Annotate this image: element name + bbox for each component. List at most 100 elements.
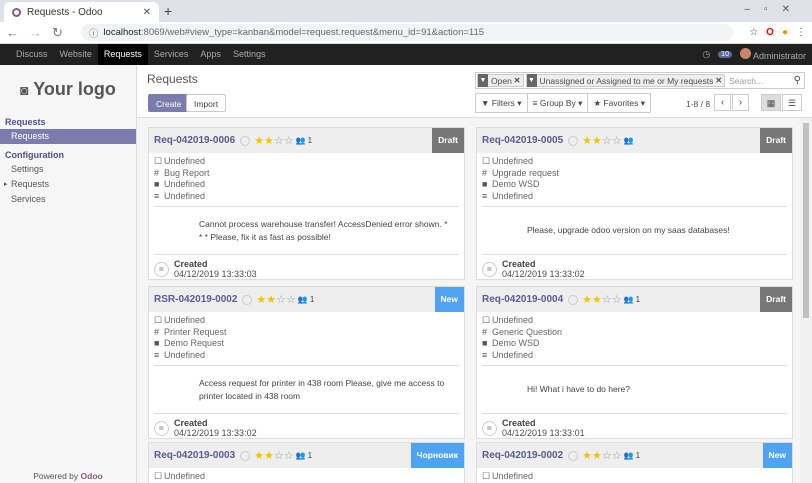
remove-facet-icon[interactable]: ✕ bbox=[715, 76, 722, 85]
activity-clock-icon[interactable] bbox=[240, 135, 251, 146]
priority-star-icon[interactable]: ☆ bbox=[602, 449, 612, 462]
group-by-dropdown[interactable]: ≡ Group By ▾ bbox=[528, 94, 589, 112]
search-box[interactable]: ▼ Open ✕ ▼ Unassigned or Assigned to me or … bbox=[475, 72, 805, 89]
bookmark-star-icon[interactable]: ☆ bbox=[749, 27, 758, 38]
reload-icon[interactable]: ↻ bbox=[52, 25, 63, 41]
kanban-board: Req-042019-0006 ★ ★ ☆ ☆ 👥 1 Draft ☐ Undefined # Bu… bbox=[137, 118, 800, 483]
priority-star-icon[interactable]: ☆ bbox=[284, 449, 294, 462]
pager-previous[interactable]: ‹ bbox=[714, 94, 731, 111]
followers-icon: 👥 bbox=[623, 295, 634, 304]
list-view-button[interactable]: ☰ bbox=[782, 94, 802, 111]
remove-facet-icon[interactable]: ✕ bbox=[514, 76, 521, 85]
card-title[interactable]: Req-042019-0003 bbox=[154, 450, 235, 461]
card-title[interactable]: Req-042019-0005 bbox=[482, 135, 563, 146]
menu-settings[interactable]: Settings bbox=[227, 44, 272, 65]
activity-clock-icon[interactable] bbox=[568, 135, 579, 146]
priority-star-icon[interactable]: ★ bbox=[582, 449, 592, 462]
url-input[interactable]: ⓘ localhost:8069/web#view_type=kanban&mod… bbox=[80, 24, 734, 41]
priority-star-icon[interactable]: ☆ bbox=[286, 293, 296, 306]
pager-value[interactable]: 1-8 / 8 bbox=[686, 99, 710, 109]
priority-star-icon[interactable]: ☆ bbox=[274, 449, 284, 462]
new-tab-icon[interactable]: + bbox=[164, 3, 172, 19]
priority-star-icon[interactable]: ☆ bbox=[612, 293, 622, 306]
window-controls[interactable]: –▫✕ bbox=[745, 4, 805, 15]
priority-star-icon[interactable]: ☆ bbox=[284, 134, 294, 147]
camera-icon: ◙ bbox=[154, 261, 169, 277]
priority-star-icon[interactable]: ☆ bbox=[602, 293, 612, 306]
powered-by: Powered by Odoo bbox=[0, 471, 136, 481]
browser-tab[interactable]: Requests - Odoo ✕ bbox=[4, 2, 159, 22]
messages-badge[interactable]: 10 bbox=[718, 51, 732, 58]
kanban-card[interactable]: Req-042019-0002 ★ ★ ☆ ☆ 👥 1 New ☐ Undefined bbox=[476, 442, 793, 483]
priority-star-icon[interactable]: ★ bbox=[264, 449, 274, 462]
sidebar-item-requests[interactable]: Requests bbox=[0, 129, 136, 144]
kanban-card[interactable]: Req-042019-0003 ★ ★ ☆ ☆ 👥 1 Чорновик ☐ Undefined bbox=[148, 442, 465, 483]
priority-star-icon[interactable]: ★ bbox=[592, 449, 602, 462]
menu-apps[interactable]: Apps bbox=[194, 44, 227, 65]
card-header: Req-042019-0006 ★ ★ ☆ ☆ 👥 1 Draft bbox=[149, 128, 464, 153]
extension-icon[interactable]: ● bbox=[782, 27, 788, 38]
created-date: 04/12/2019 13:33:02 bbox=[174, 428, 257, 438]
search-icon[interactable]: ⚲ bbox=[794, 75, 801, 86]
activity-clock-icon[interactable] bbox=[240, 450, 251, 461]
priority-star-icon[interactable]: ★ bbox=[582, 293, 592, 306]
kanban-card[interactable]: Req-042019-0005 ★ ★ ☆ ☆ 👥 Draft ☐ Undefined # Upg… bbox=[476, 127, 793, 280]
close-tab-icon[interactable]: ✕ bbox=[143, 7, 151, 18]
activity-clock-icon[interactable] bbox=[568, 450, 579, 461]
card-title[interactable]: Req-042019-0004 bbox=[482, 294, 563, 305]
filters-dropdown[interactable]: ▼ Filters ▾ bbox=[476, 94, 528, 112]
url-path: :8069/web#view_type=kanban&model=request… bbox=[140, 27, 485, 38]
favorites-dropdown[interactable]: ★ Favorites ▾ bbox=[588, 94, 650, 112]
priority-star-icon[interactable]: ★ bbox=[582, 134, 592, 147]
kanban-card[interactable]: RSR-042019-0002 ★ ★ ☆ ☆ 👥 1 New ☐ Undefined # Prin… bbox=[148, 286, 465, 439]
priority-star-icon[interactable]: ★ bbox=[254, 134, 264, 147]
menu-icon[interactable]: ⋮ bbox=[796, 27, 806, 38]
user-name: Administrator bbox=[752, 51, 806, 61]
sidebar-item-services[interactable]: Services bbox=[0, 192, 136, 207]
activity-clock-icon[interactable]: ◷ bbox=[702, 49, 710, 60]
user-menu[interactable]: Administrator bbox=[739, 48, 806, 61]
sidebar-item-settings[interactable]: Settings bbox=[0, 162, 136, 177]
priority-star-icon[interactable]: ☆ bbox=[274, 134, 284, 147]
avatar bbox=[739, 48, 751, 59]
followers-count: 1 bbox=[307, 136, 313, 145]
menu-services[interactable]: Services bbox=[148, 44, 195, 65]
opera-icon[interactable]: O bbox=[766, 27, 774, 38]
card-title[interactable]: Req-042019-0002 bbox=[482, 450, 563, 461]
priority-star-icon[interactable]: ★ bbox=[264, 134, 274, 147]
odoo-top-menu: Discuss Website Requests Services Apps S… bbox=[0, 44, 812, 65]
menu-requests[interactable]: Requests bbox=[97, 44, 148, 65]
priority-star-icon[interactable]: ★ bbox=[592, 134, 602, 147]
pager-next[interactable]: › bbox=[732, 94, 749, 111]
priority-star-icon[interactable]: ★ bbox=[254, 449, 264, 462]
menu-website[interactable]: Website bbox=[54, 44, 98, 65]
card-title[interactable]: Req-042019-0006 bbox=[154, 135, 235, 146]
activity-clock-icon[interactable] bbox=[568, 294, 579, 305]
priority-star-icon[interactable]: ★ bbox=[592, 293, 602, 306]
priority-star-icon[interactable]: ☆ bbox=[612, 134, 622, 147]
menu-discuss[interactable]: Discuss bbox=[0, 44, 54, 65]
powered-by-link[interactable]: Odoo bbox=[81, 471, 103, 481]
create-button[interactable]: Create bbox=[148, 94, 190, 112]
priority-star-icon[interactable]: ☆ bbox=[602, 134, 612, 147]
kanban-view-button[interactable]: ▦ bbox=[761, 94, 781, 111]
address-bar-row: ← → ↻ ⓘ localhost:8069/web#view_type=kanban… bbox=[0, 22, 812, 44]
info-icon: ⓘ bbox=[88, 28, 99, 40]
kanban-card[interactable]: Req-042019-0006 ★ ★ ☆ ☆ 👥 1 Draft ☐ Undefined # Bu… bbox=[148, 127, 465, 280]
card-title[interactable]: RSR-042019-0002 bbox=[154, 294, 237, 305]
kanban-card[interactable]: Req-042019-0004 ★ ★ ☆ ☆ 👥 1 Draft ☐ Undefined # Ge… bbox=[476, 286, 793, 439]
forward-icon[interactable]: → bbox=[29, 25, 42, 40]
search-input[interactable]: Search... bbox=[729, 76, 763, 86]
scrollbar-thumb[interactable] bbox=[803, 123, 809, 318]
scrollbar[interactable] bbox=[800, 118, 812, 483]
sidebar-item-config-requests[interactable]: ▸ Requests bbox=[0, 177, 136, 192]
import-button[interactable]: Import bbox=[186, 94, 227, 112]
list-icon: ≡ bbox=[154, 349, 160, 360]
card-description: Please, upgrade odoo version on my saas … bbox=[482, 206, 787, 255]
priority-star-icon[interactable]: ★ bbox=[256, 293, 266, 306]
priority-star-icon[interactable]: ★ bbox=[266, 293, 276, 306]
back-icon[interactable]: ← bbox=[6, 25, 19, 40]
priority-star-icon[interactable]: ☆ bbox=[276, 293, 286, 306]
activity-clock-icon[interactable] bbox=[242, 294, 253, 305]
priority-star-icon[interactable]: ☆ bbox=[612, 449, 622, 462]
